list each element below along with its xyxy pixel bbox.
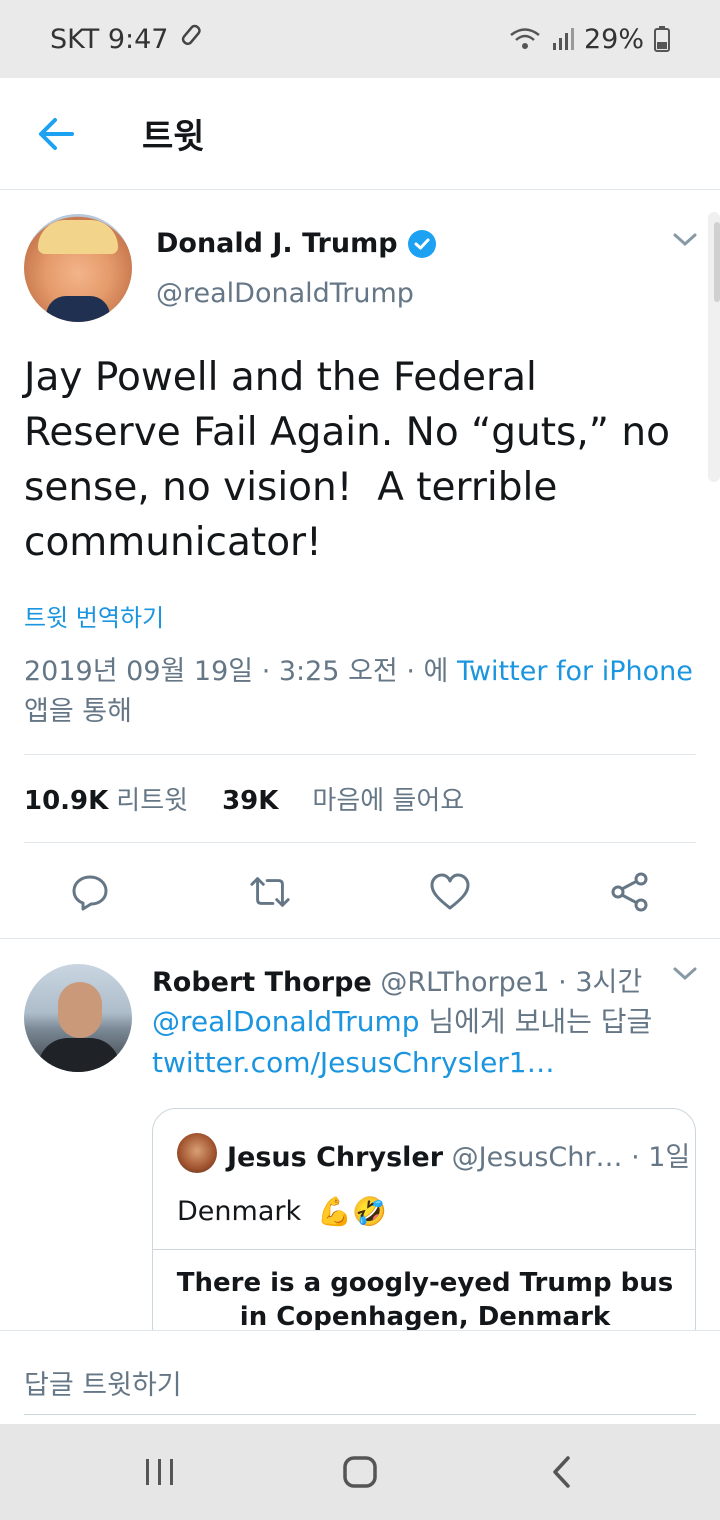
author-handle[interactable]: @realDonaldTrump — [156, 278, 414, 309]
key-icon — [178, 23, 204, 56]
translate-tweet-link[interactable]: 트윗 번역하기 — [24, 598, 164, 633]
reply-menu-chevron-down-icon[interactable] — [672, 966, 698, 986]
status-bar: SKT 9:47 29% — [0, 0, 720, 78]
quote-media-text-1: There is a googly-eyed Trump bus — [176, 1268, 674, 1298]
emoji-flex-laugh-icon: 💪🤣 — [317, 1195, 387, 1228]
system-nav-bar — [0, 1424, 720, 1520]
recent-apps-icon[interactable] — [130, 1446, 190, 1498]
tweet-actions — [0, 860, 720, 924]
retweet-icon[interactable] — [248, 870, 292, 914]
battery-percent: 29% — [583, 23, 644, 55]
reply-link[interactable]: twitter.com/JesusChrysler1… — [152, 1046, 555, 1079]
quote-media-text-2: in Copenhagen, Denmark — [239, 1302, 611, 1332]
signal-icon — [552, 27, 574, 51]
quote-text-label: Denmark — [177, 1196, 302, 1227]
reply-input[interactable]: 답글 트윗하기 — [24, 1355, 696, 1415]
wifi-icon — [508, 26, 542, 52]
reply-icon[interactable] — [68, 870, 112, 914]
reply-author-avatar[interactable] — [24, 964, 132, 1072]
divider — [24, 754, 696, 755]
reply-author-name: Robert Thorpe — [152, 967, 372, 998]
reply-header[interactable]: Robert Thorpe @RLThorpe1 · 3시간 — [152, 960, 642, 999]
tweet-text: Jay Powell and the Federal Reserve Fail … — [24, 355, 670, 565]
quote-handle-time: @JesusChr… · 1일 — [443, 1142, 691, 1173]
like-heart-icon[interactable] — [428, 870, 472, 914]
tweet-stats: 10.9K 리트윗 39K 마음에 들어요 — [24, 780, 464, 817]
tweet-via: 앱을 통해 — [24, 696, 132, 727]
app-header: 트윗 — [0, 78, 720, 190]
reply-to-mention[interactable]: @realDonaldTrump — [152, 1005, 420, 1038]
back-arrow-icon — [39, 117, 74, 150]
status-left: SKT 9:47 — [50, 23, 204, 56]
quote-header: Jesus Chrysler @JesusChr… · 1일 — [227, 1135, 690, 1174]
scrollbar[interactable] — [708, 212, 720, 482]
section-divider — [0, 938, 720, 939]
reply-to-suffix: 님에게 보내는 답글 — [419, 1005, 653, 1038]
retweets-label[interactable]: 리트윗 — [116, 780, 188, 817]
back-button[interactable] — [0, 78, 112, 190]
retweets-count[interactable]: 10.9K — [24, 786, 108, 816]
tweet-timestamp: 2019년 09월 19일 · 3:25 오전 · 에 Twitter for … — [24, 652, 704, 732]
quote-author-avatar — [177, 1133, 217, 1173]
battery-icon — [654, 26, 670, 52]
quoted-tweet-card[interactable]: Jesus Chrysler @JesusChr… · 1일 Denmark 💪… — [152, 1108, 696, 1368]
carrier-time: SKT 9:47 — [50, 23, 169, 55]
divider — [24, 842, 696, 843]
likes-count[interactable]: 39K — [222, 786, 278, 816]
back-nav-icon[interactable] — [532, 1446, 592, 1498]
reply-handle-time: @RLThorpe1 · 3시간 — [371, 967, 643, 998]
author-avatar[interactable] — [24, 214, 132, 322]
quote-text: Denmark 💪🤣 — [177, 1195, 387, 1228]
tweet-source-link[interactable]: Twitter for iPhone — [457, 656, 693, 687]
home-icon[interactable] — [330, 1446, 390, 1498]
reply-to-line: @realDonaldTrump 님에게 보내는 답글 — [152, 1000, 652, 1040]
status-right: 29% — [508, 24, 670, 55]
author-name[interactable]: Donald J. Trump — [156, 228, 436, 259]
share-icon[interactable] — [608, 870, 652, 914]
tweet-date: 2019년 09월 19일 · 3:25 오전 · 에 — [24, 656, 457, 687]
verified-badge-icon — [407, 229, 436, 258]
tweet-menu-chevron-down-icon[interactable] — [672, 232, 698, 252]
author-name-label: Donald J. Trump — [156, 228, 398, 259]
reply-composer: 답글 트윗하기 — [0, 1330, 720, 1424]
likes-label[interactable]: 마음에 들어요 — [312, 780, 464, 817]
quote-author-name: Jesus Chrysler — [227, 1142, 444, 1173]
page-title: 트윗 — [142, 117, 205, 157]
